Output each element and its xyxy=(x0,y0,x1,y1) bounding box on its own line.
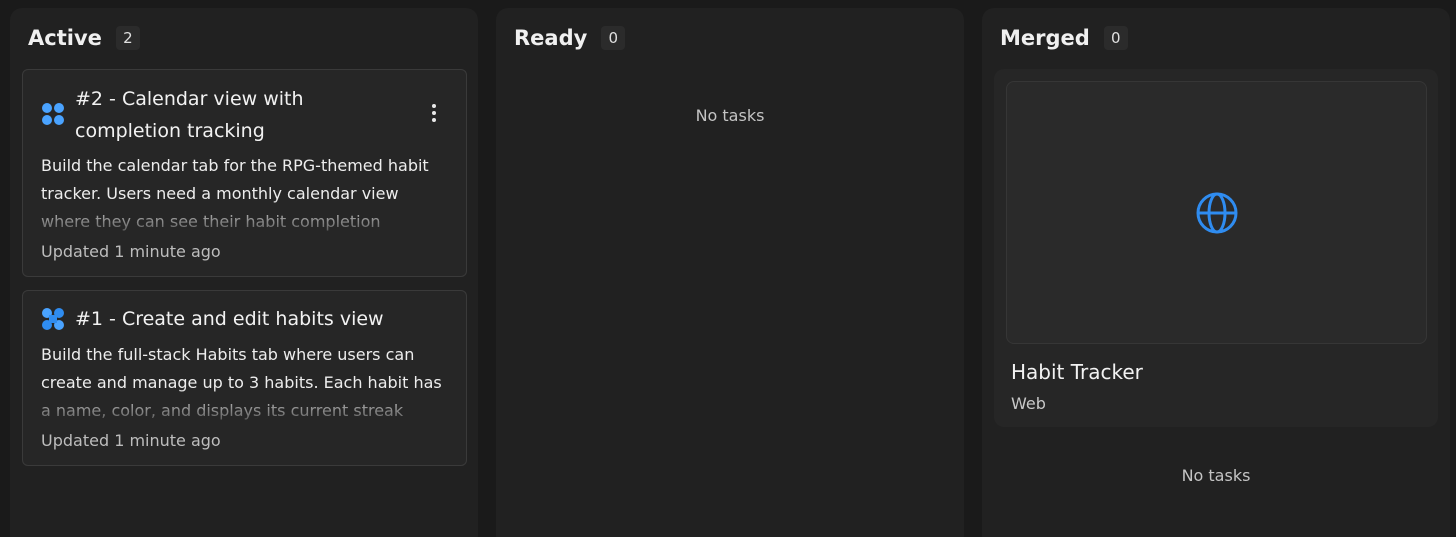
column-count-badge: 2 xyxy=(115,26,140,50)
column-header: Merged 0 xyxy=(1000,26,1128,50)
column-active: Active 2 #2 - Calendar view with complet… xyxy=(10,8,478,537)
task-card[interactable]: #1 - Create and edit habits view Build t… xyxy=(22,290,467,466)
task-card[interactable]: #2 - Calendar view with completion track… xyxy=(22,69,467,277)
task-description: Build the calendar tab for the RPG-theme… xyxy=(41,156,429,231)
agent-spinner-icon xyxy=(42,308,64,330)
column-merged: Merged 0 Habit Tracker Web No tasks xyxy=(982,8,1450,537)
column-count-badge: 0 xyxy=(601,26,626,50)
agent-dots-icon xyxy=(42,103,64,125)
more-options-icon[interactable] xyxy=(424,100,444,126)
column-ready: Ready 0 No tasks xyxy=(496,8,964,537)
project-type: Web xyxy=(1011,394,1046,413)
task-title: #1 - Create and edit habits view xyxy=(75,308,384,330)
column-title: Merged xyxy=(1000,26,1090,50)
globe-icon xyxy=(1196,192,1238,234)
column-header: Ready 0 xyxy=(514,26,626,50)
project-name: Habit Tracker xyxy=(1011,360,1143,384)
column-title: Active xyxy=(28,26,102,50)
task-updated-time: Updated 1 minute ago xyxy=(41,242,221,261)
column-count-badge: 0 xyxy=(1103,26,1128,50)
column-header: Active 2 xyxy=(28,26,140,50)
column-title: Ready xyxy=(514,26,588,50)
project-card[interactable]: Habit Tracker Web xyxy=(994,69,1438,427)
task-updated-time: Updated 1 minute ago xyxy=(41,431,221,450)
task-title: #2 - Calendar view with completion track… xyxy=(75,88,304,142)
empty-state-text: No tasks xyxy=(1181,466,1251,485)
project-thumbnail xyxy=(1006,81,1427,344)
task-description: Build the full-stack Habits tab where us… xyxy=(41,345,442,420)
empty-state-text: No tasks xyxy=(695,106,765,125)
